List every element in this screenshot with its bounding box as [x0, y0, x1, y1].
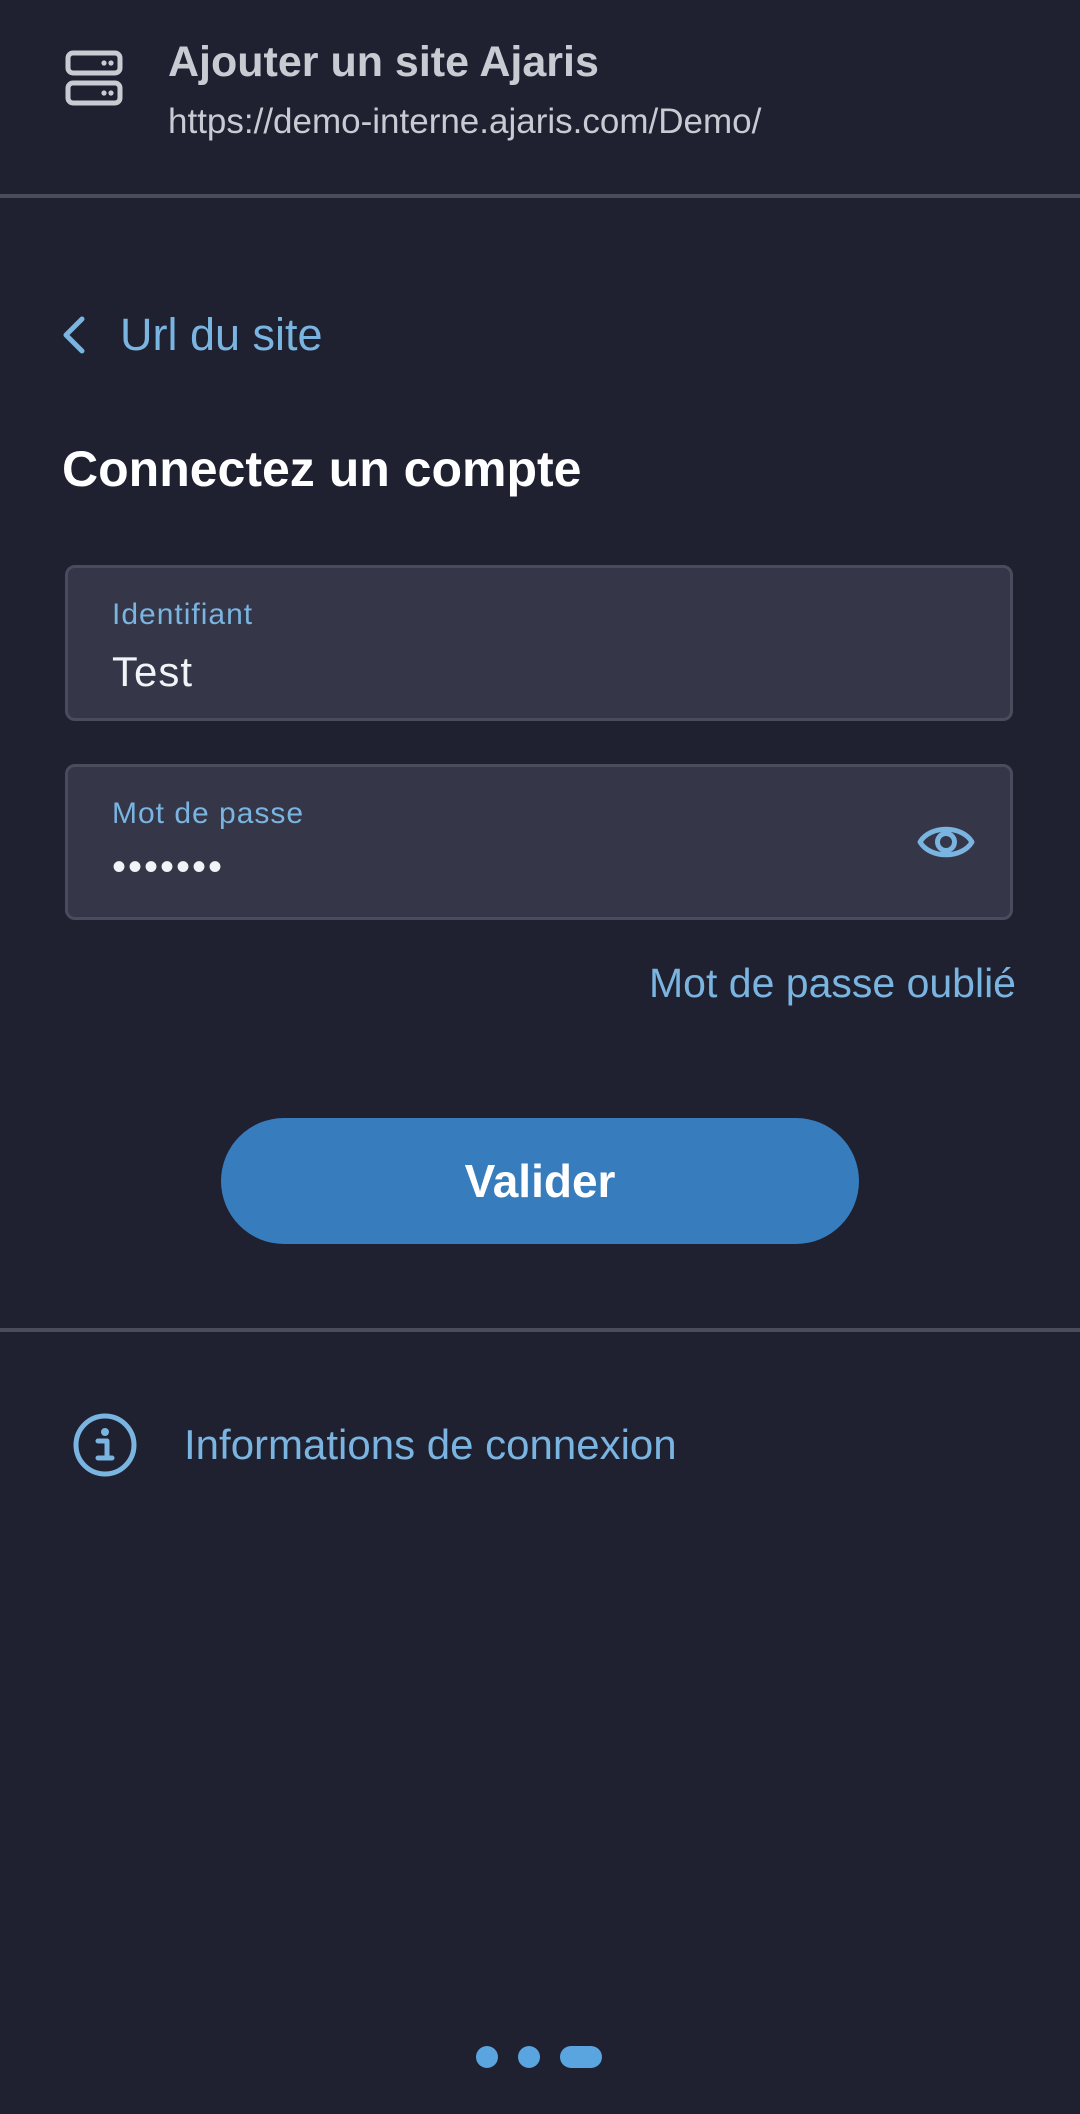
username-field[interactable]: Identifiant Test: [65, 565, 1013, 721]
step-dot-current: [560, 2046, 602, 2068]
chevron-left-icon: [63, 316, 85, 354]
back-link-label: Url du site: [120, 309, 323, 360]
password-value[interactable]: •••••••: [112, 845, 224, 890]
username-value[interactable]: Test: [112, 648, 193, 696]
submit-button[interactable]: Valider: [221, 1118, 859, 1244]
back-to-site-url-link[interactable]: Url du site: [58, 300, 323, 370]
add-site-screen: Ajouter un site Ajaris https://demo-inte…: [0, 0, 1080, 2114]
step-indicator: [476, 2046, 602, 2068]
header-title: Ajouter un site Ajaris: [168, 38, 599, 86]
username-label: Identifiant: [112, 598, 254, 631]
header: Ajouter un site Ajaris https://demo-inte…: [0, 0, 1080, 196]
section-divider: [0, 1328, 1080, 1332]
step-dot: [476, 2046, 498, 2068]
connection-info-label: Informations de connexion: [184, 1421, 677, 1468]
server-icon: [65, 50, 123, 106]
header-url: https://demo-interne.ajaris.com/Demo/: [168, 102, 762, 141]
connection-info-link[interactable]: Informations de connexion: [70, 1405, 677, 1485]
eye-icon[interactable]: [916, 817, 976, 867]
forgot-password-link[interactable]: Mot de passe oublié: [649, 960, 1016, 1007]
info-circle-icon: [73, 1413, 137, 1477]
password-label: Mot de passe: [112, 797, 305, 830]
header-divider: [0, 194, 1080, 198]
login-section-title: Connectez un compte: [62, 441, 582, 497]
password-field[interactable]: Mot de passe •••••••: [65, 764, 1013, 920]
step-dot: [518, 2046, 540, 2068]
